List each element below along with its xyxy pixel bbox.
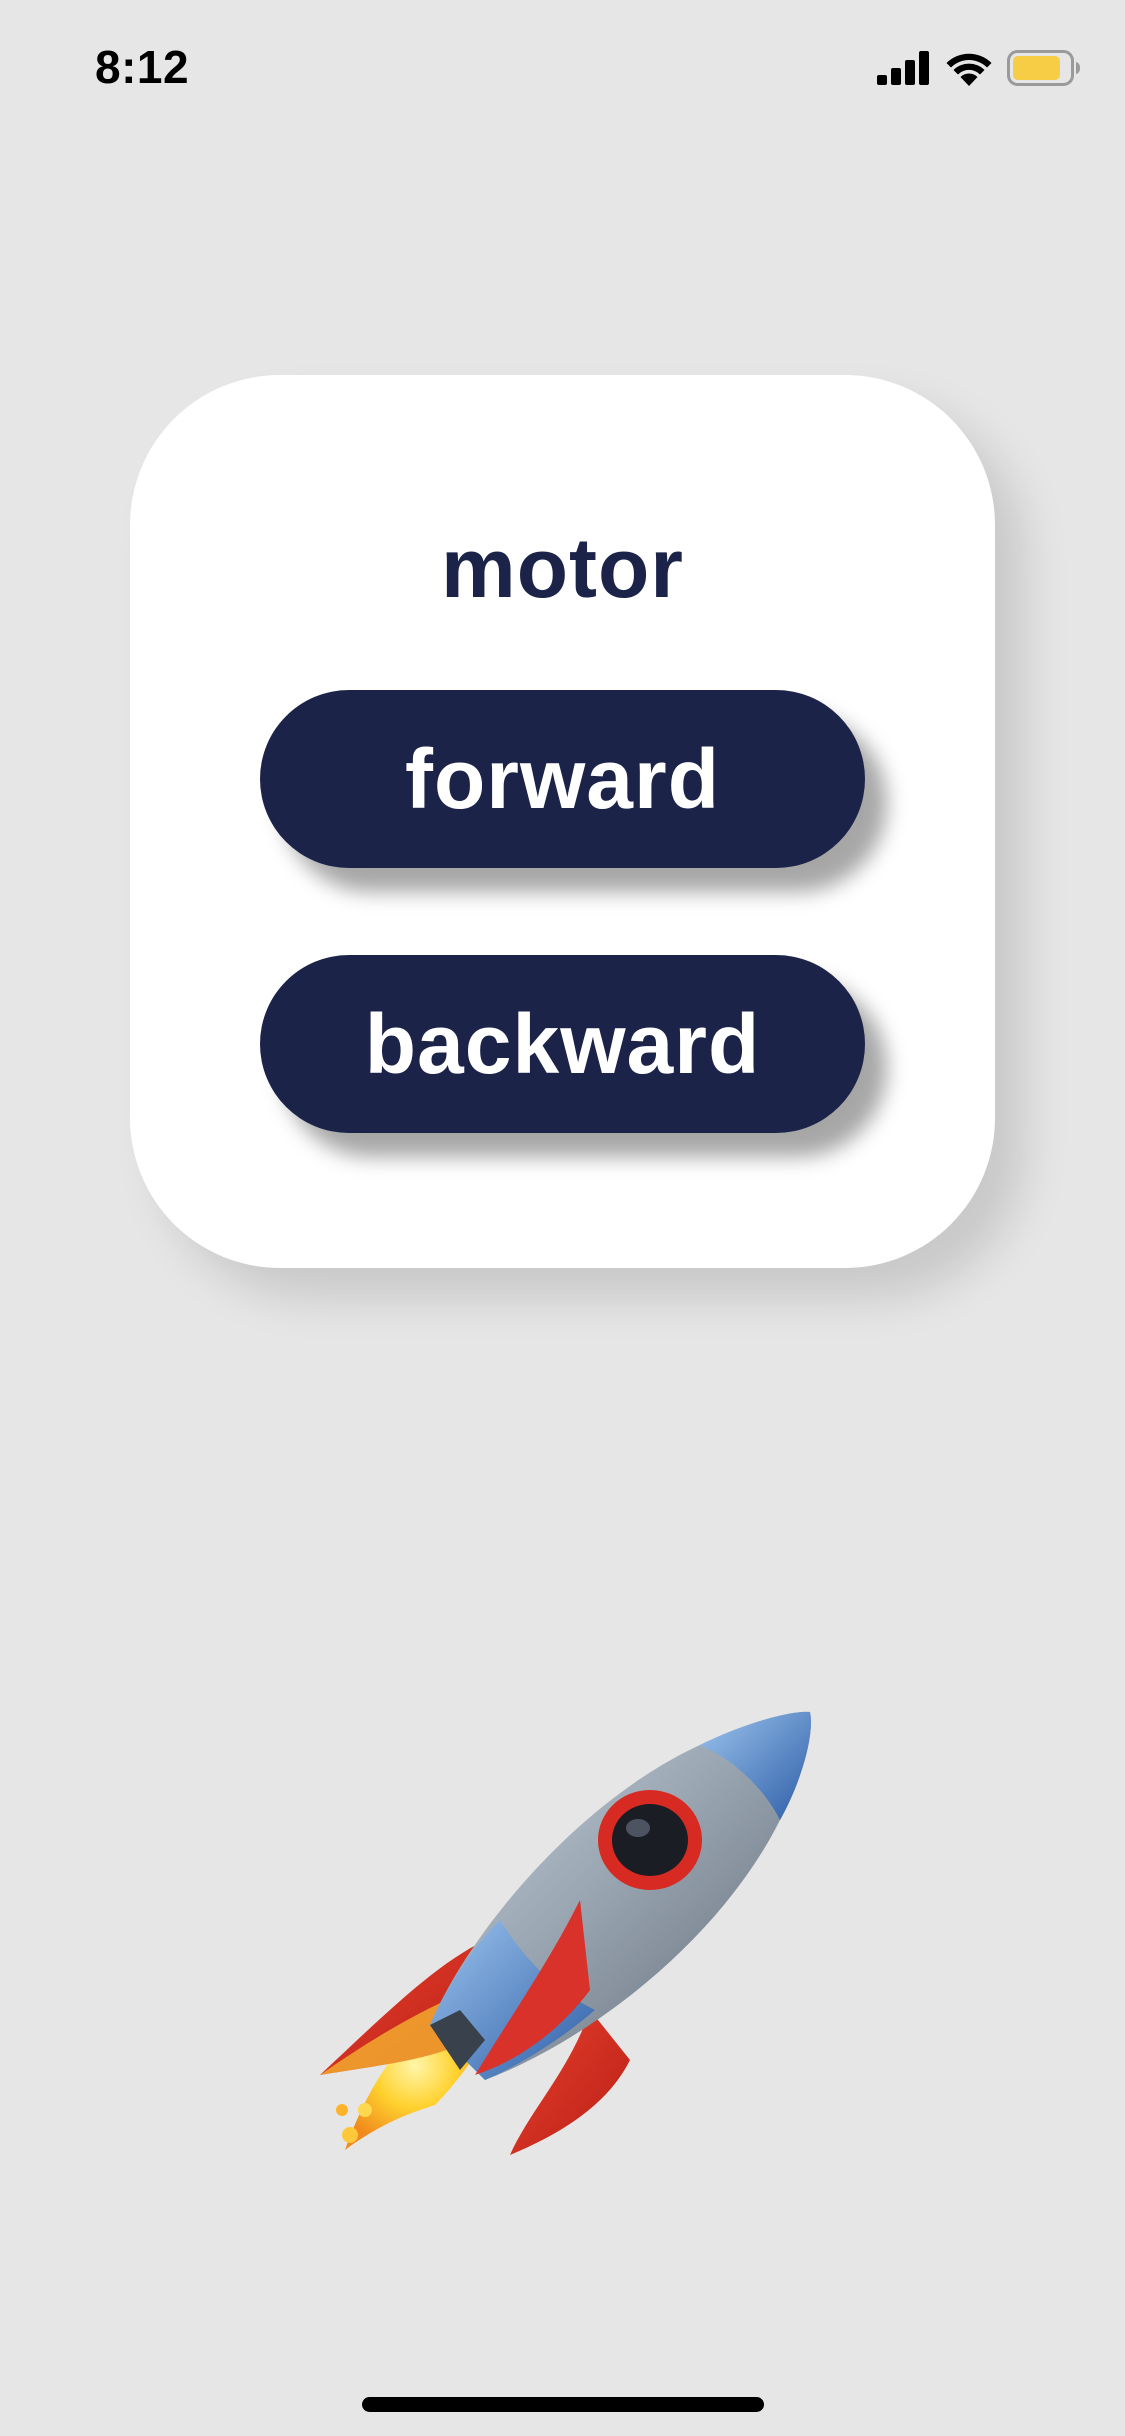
home-indicator xyxy=(362,2397,764,2412)
battery-icon xyxy=(1007,50,1080,86)
status-bar: 8:12 xyxy=(0,0,1125,140)
rocket-icon xyxy=(320,1711,811,2155)
status-icons xyxy=(877,50,1081,86)
status-time: 8:12 xyxy=(95,41,190,93)
backward-button[interactable]: backward xyxy=(260,955,865,1133)
card-title: motor xyxy=(441,521,684,615)
cellular-signal-icon xyxy=(877,51,929,85)
forward-button[interactable]: forward xyxy=(260,690,865,868)
wifi-icon xyxy=(946,53,992,86)
motor-control-card: motor forward backward xyxy=(130,375,995,1268)
